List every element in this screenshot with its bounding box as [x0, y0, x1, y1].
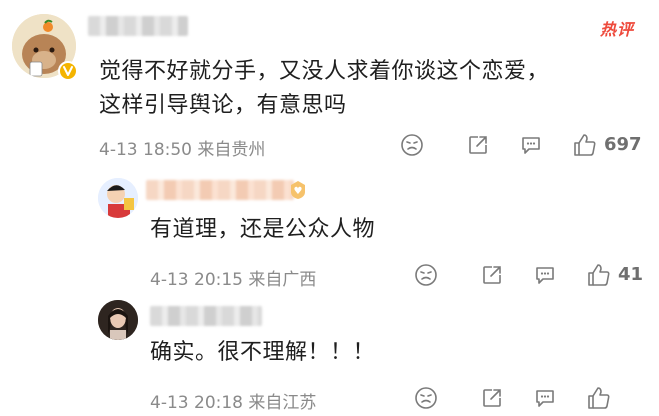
reply-text: 确实。很不理解！！！ — [150, 340, 376, 365]
like-icon[interactable] — [572, 132, 598, 158]
comment-text-line-2: 这样引导舆论，有意思吗 — [99, 93, 347, 118]
comment-text-line-1: 觉得不好就分手，又没人求着你谈这个恋爱， — [99, 59, 550, 84]
comment-meta: 4-13 20:18 来自江苏 — [150, 388, 316, 413]
reply-icon[interactable] — [533, 263, 557, 287]
comment-date: 4-13 — [99, 140, 138, 160]
dislike-icon[interactable] — [414, 386, 438, 410]
share-icon[interactable] — [480, 263, 504, 287]
comment-location: 来自贵州 — [197, 140, 266, 160]
reply-icon[interactable] — [519, 133, 543, 157]
like-count: 697 — [604, 134, 642, 155]
like-count: 41 — [618, 264, 644, 285]
comment-date: 4-13 — [150, 270, 189, 290]
avatar[interactable] — [98, 178, 138, 218]
hot-comment-badge: 热评 — [600, 20, 635, 39]
dislike-icon[interactable] — [414, 263, 438, 287]
comment-date: 4-13 — [150, 393, 189, 413]
avatar[interactable] — [98, 300, 138, 340]
svg-text:♥: ♥ — [294, 186, 303, 197]
comment-time: 20:18 — [194, 393, 243, 413]
username-redacted[interactable] — [146, 180, 294, 200]
like-icon[interactable] — [586, 385, 612, 411]
reply-text: 有道理，还是公众人物 — [150, 217, 376, 242]
fan-badge-icon: ♥ — [289, 180, 307, 200]
username-redacted[interactable] — [150, 306, 262, 326]
comment-time: 20:15 — [194, 270, 243, 290]
reply-icon[interactable] — [533, 386, 557, 410]
comment-time: 18:50 — [143, 140, 192, 160]
comment-meta: 4-13 20:15 来自广西 — [150, 265, 316, 290]
comment-location: 来自广西 — [248, 270, 317, 290]
share-icon[interactable] — [480, 386, 504, 410]
dislike-icon[interactable] — [400, 133, 424, 157]
share-icon[interactable] — [466, 133, 490, 157]
username-redacted[interactable] — [88, 16, 188, 36]
like-icon[interactable] — [586, 262, 612, 288]
verified-badge-icon — [58, 61, 78, 81]
comment-meta: 4-13 18:50 来自贵州 — [99, 135, 265, 160]
comment-location: 来自江苏 — [248, 393, 317, 413]
